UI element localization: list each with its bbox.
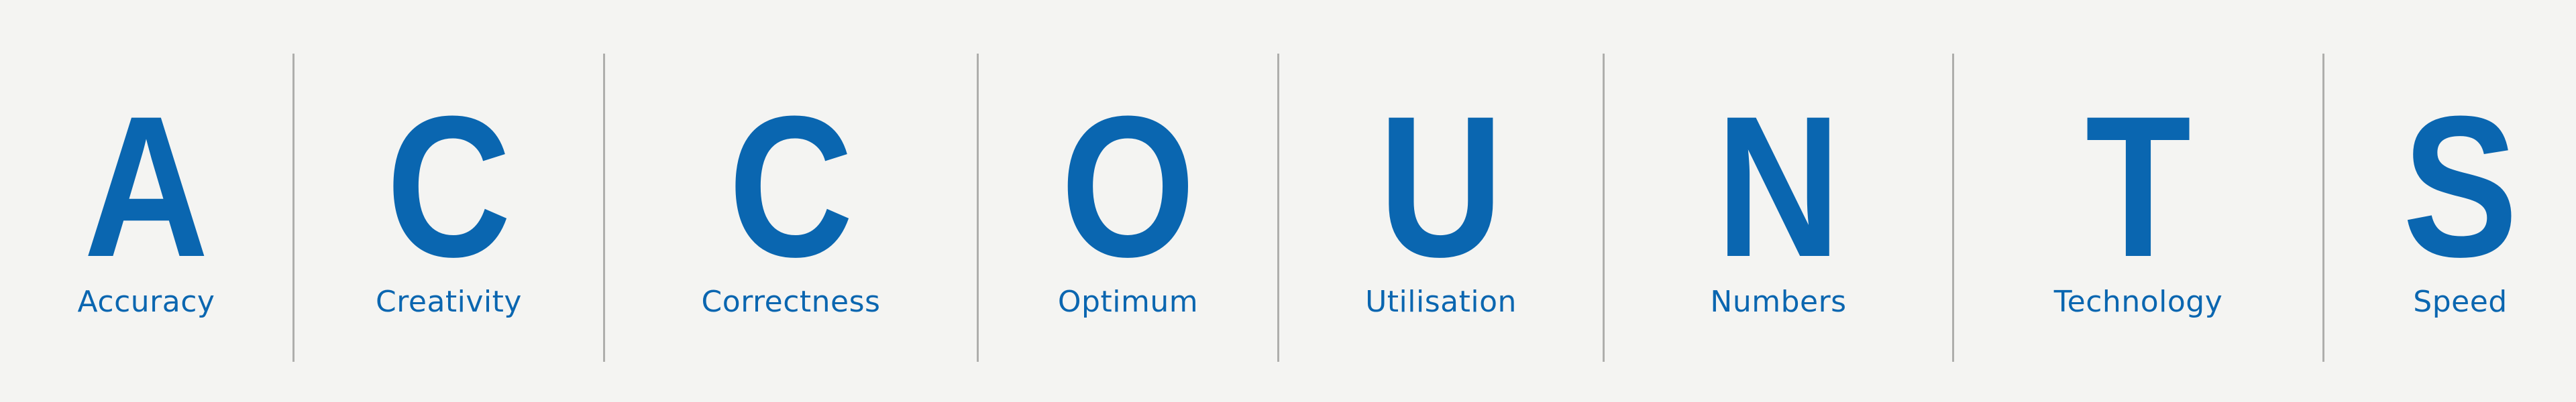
acronym-item-utilisation: U Utilisation [1279,0,1603,402]
acronym-label: Optimum [1057,285,1199,319]
acronym-label: Creativity [376,285,522,319]
acronym-item-correctness: C Correctness [605,0,977,402]
acronym-letter: C [386,74,512,299]
acronym-item-technology: T Technology [1954,0,2322,402]
acronym-item-creativity: C Creativity [294,0,603,402]
acronym-item-numbers: N Numbers [1605,0,1952,402]
acronym-letter: C [728,74,854,299]
acronym-letter: A [83,74,209,299]
acronym-letter: N [1715,74,1841,299]
acronym-label: Utilisation [1365,285,1517,319]
acronym-letter: S [2402,74,2518,299]
acronym-label: Technology [2053,285,2223,319]
acronym-label: Accuracy [77,285,215,319]
accounts-acronym-banner: A Accuracy C Creativity C Correctness O … [0,0,2576,402]
acronym-label: Speed [2413,285,2508,319]
acronym-label: Correctness [701,285,881,319]
acronym-item-accuracy: A Accuracy [0,0,292,402]
acronym-item-optimum: O Optimum [979,0,1277,402]
acronym-letter: O [1061,74,1195,299]
acronym-item-speed: S Speed [2324,0,2576,402]
acronym-letter: T [2085,74,2192,299]
acronym-letter: U [1378,74,1504,299]
acronym-label: Numbers [1710,285,1847,319]
